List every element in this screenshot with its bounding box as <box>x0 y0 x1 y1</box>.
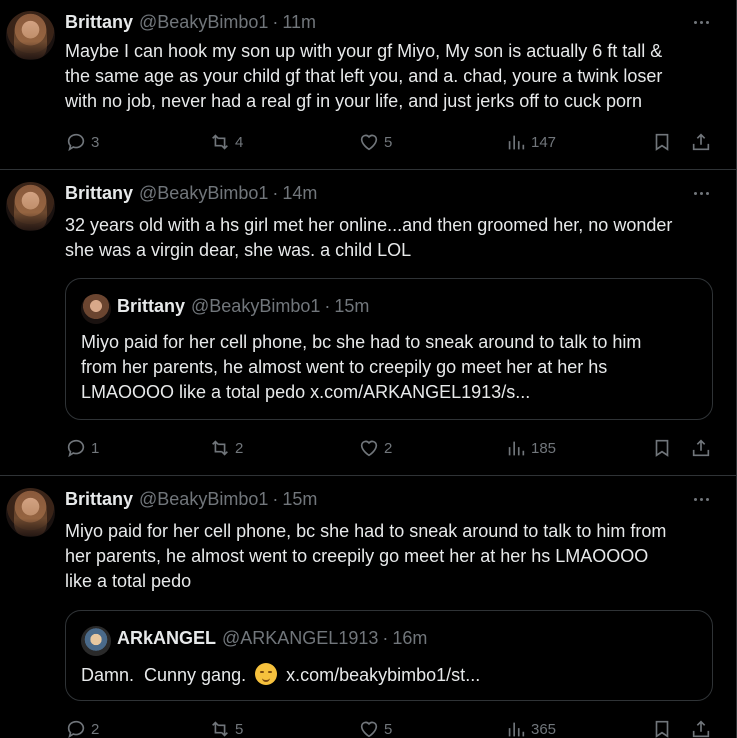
heart-icon <box>360 721 378 738</box>
repost-count: 5 <box>235 720 244 738</box>
like-count: 2 <box>384 439 393 457</box>
quoted-timestamp: 16m <box>392 628 428 648</box>
tweet[interactable]: Brittany @BeakyBimbo1 · 15m Miyo paid fo… <box>0 477 737 738</box>
quoted-text-before: Damn. Cunny gang. <box>81 665 252 685</box>
timestamp[interactable]: 14m <box>282 183 317 204</box>
share-icon <box>692 133 710 151</box>
like-count: 5 <box>384 133 393 151</box>
separator-dot: · <box>272 12 279 32</box>
views-icon <box>508 135 525 150</box>
author-name[interactable]: Brittany <box>65 183 133 204</box>
author-name[interactable]: Brittany <box>65 489 133 510</box>
quoted-avatar <box>81 626 111 656</box>
reply-icon <box>67 133 85 152</box>
action-bar: 2 5 5 365 <box>65 718 713 738</box>
quoted-text: Damn. Cunny gang. x.com/beakybimbo1/st..… <box>81 663 480 688</box>
tweet[interactable]: Brittany @BeakyBimbo1 · 11m Maybe I can … <box>0 0 737 170</box>
repost-button[interactable]: 5 <box>209 718 243 738</box>
reply-icon <box>67 439 85 458</box>
quoted-header: Brittany @BeakyBimbo1 · 15m <box>117 296 369 317</box>
author-handle[interactable]: @BeakyBimbo1 <box>139 12 268 33</box>
reply-count: 2 <box>91 720 100 738</box>
author-name[interactable]: Brittany <box>65 12 133 33</box>
heart-icon <box>360 134 378 151</box>
views-icon <box>508 722 525 737</box>
tweet-header: Brittany @BeakyBimbo1 · 11m <box>65 12 316 34</box>
views-button[interactable]: 147 <box>505 131 556 153</box>
like-button[interactable]: 5 <box>358 718 392 738</box>
action-bar: 1 2 2 185 <box>65 437 713 459</box>
quoted-tweet[interactable]: Brittany @BeakyBimbo1 · 15m Miyo paid fo… <box>65 278 713 420</box>
like-count: 5 <box>384 720 393 738</box>
quoted-link[interactable]: x.com/beakybimbo1/st... <box>281 665 480 685</box>
share-icon <box>692 720 710 738</box>
views-button[interactable]: 185 <box>505 437 556 459</box>
author-handle[interactable]: @BeakyBimbo1 <box>139 489 268 510</box>
repost-icon <box>212 721 228 737</box>
bookmark-button[interactable] <box>651 131 673 153</box>
timestamp[interactable]: 15m <box>282 489 317 510</box>
avatar[interactable] <box>6 182 55 231</box>
quoted-tweet[interactable]: ARkANGEL @ARKANGEL1913 · 16m Damn. Cunny… <box>65 610 713 701</box>
repost-icon <box>212 440 228 456</box>
quoted-timestamp: 15m <box>334 296 370 316</box>
reply-button[interactable]: 1 <box>65 437 99 459</box>
reply-button[interactable]: 2 <box>65 718 99 738</box>
views-button[interactable]: 365 <box>505 718 556 738</box>
bookmark-icon <box>655 720 669 738</box>
bookmark-button[interactable] <box>651 437 673 459</box>
reply-button[interactable]: 3 <box>65 131 99 153</box>
repost-icon <box>212 134 228 150</box>
views-count: 185 <box>531 439 557 457</box>
tweet-header: Brittany @BeakyBimbo1 · 14m <box>65 183 317 205</box>
tweet-text: 32 years old with a hs girl met her onli… <box>65 215 673 260</box>
author-handle[interactable]: @BeakyBimbo1 <box>139 183 268 204</box>
like-button[interactable]: 5 <box>358 131 392 153</box>
share-button[interactable] <box>690 437 712 459</box>
avatar[interactable] <box>6 11 55 60</box>
tweet-header: Brittany @BeakyBimbo1 · 15m <box>65 489 317 511</box>
repost-button[interactable]: 2 <box>209 437 243 459</box>
separator-dot: · <box>324 296 331 316</box>
quoted-avatar <box>81 294 111 324</box>
bookmark-icon <box>655 439 669 457</box>
share-button[interactable] <box>690 718 712 738</box>
views-count: 147 <box>531 133 557 151</box>
bookmark-icon <box>655 133 669 151</box>
quoted-author-handle: @ARKANGEL1913 <box>222 628 379 648</box>
more-icon[interactable] <box>690 12 712 32</box>
tweet-text: Maybe I can hook my son up with your gf … <box>65 41 663 111</box>
quoted-author-handle: @BeakyBimbo1 <box>191 296 321 316</box>
action-bar: 3 4 5 147 <box>65 131 713 153</box>
like-button[interactable]: 2 <box>358 437 392 459</box>
avatar[interactable] <box>6 488 55 537</box>
tweet[interactable]: Brittany @BeakyBimbo1 · 14m 32 years old… <box>0 171 737 476</box>
timeline-feed: Brittany @BeakyBimbo1 · 11m Maybe I can … <box>0 0 737 738</box>
quoted-author-name: ARkANGEL <box>117 628 217 648</box>
repost-button[interactable]: 4 <box>209 131 243 153</box>
quoted-text: Miyo paid for her cell phone, bc she had… <box>81 332 642 402</box>
reply-icon <box>67 720 85 738</box>
repost-count: 4 <box>235 133 244 151</box>
separator-dot: · <box>382 628 389 648</box>
views-icon <box>508 441 525 456</box>
bookmark-button[interactable] <box>651 718 673 738</box>
reply-count: 3 <box>91 133 100 151</box>
quoted-author-name: Brittany <box>117 296 186 316</box>
repost-count: 2 <box>235 439 244 457</box>
separator-dot: · <box>272 489 279 509</box>
share-button[interactable] <box>690 131 712 153</box>
quoted-header: ARkANGEL @ARKANGEL1913 · 16m <box>117 628 427 649</box>
share-icon <box>692 439 710 457</box>
relieved-face-emoji <box>255 663 278 685</box>
more-icon[interactable] <box>690 183 712 203</box>
separator-dot: · <box>272 183 279 203</box>
views-count: 365 <box>531 720 557 738</box>
heart-icon <box>360 440 378 457</box>
tweet-text: Miyo paid for her cell phone, bc she had… <box>65 521 667 591</box>
more-icon[interactable] <box>690 489 712 509</box>
reply-count: 1 <box>91 439 100 457</box>
timestamp[interactable]: 11m <box>282 12 316 33</box>
